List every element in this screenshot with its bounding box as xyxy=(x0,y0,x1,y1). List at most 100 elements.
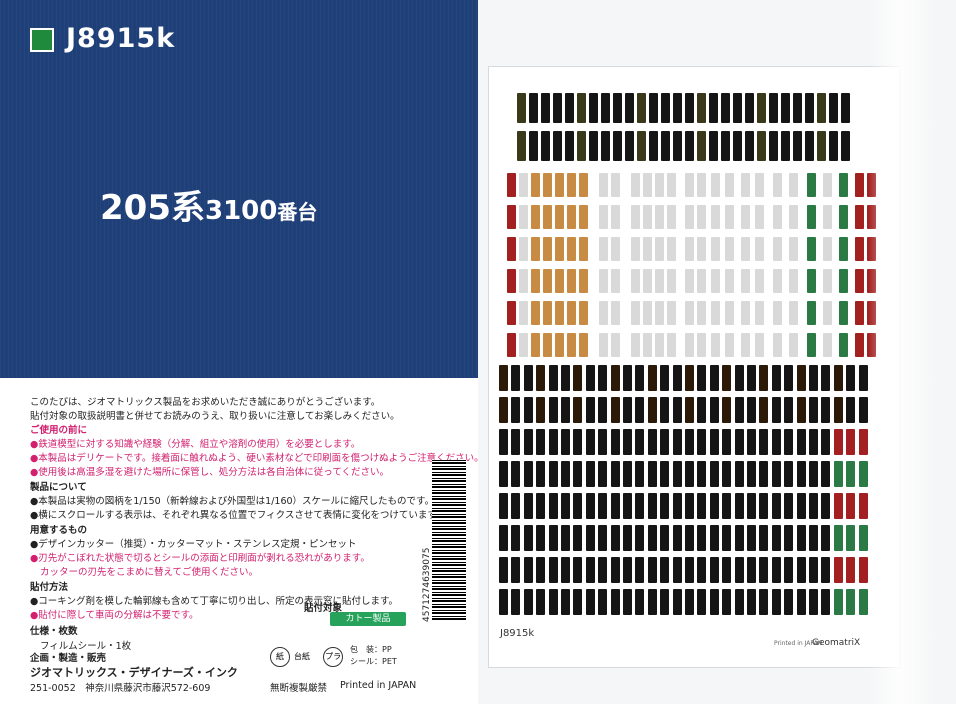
sign-sticker xyxy=(759,525,769,551)
sign-sticker xyxy=(643,237,652,261)
sign-sticker xyxy=(610,429,620,455)
sign-sticker xyxy=(637,93,646,123)
sign-sticker xyxy=(773,173,782,197)
sign-sticker xyxy=(623,429,632,455)
sign-sticker xyxy=(647,525,657,551)
sign-sticker xyxy=(709,461,719,487)
title-suffix: 番台 xyxy=(277,200,318,224)
sign-sticker xyxy=(523,365,533,391)
sign-sticker xyxy=(519,301,528,325)
sign-sticker xyxy=(561,589,570,615)
sign-sticker xyxy=(543,269,552,293)
sign-sticker xyxy=(499,365,508,391)
intro-line-2: 貼付対象の取扱説明書と併せてお読みのうえ、取り扱いに注意してお楽しみください。 xyxy=(30,411,400,422)
sign-sticker xyxy=(821,525,831,551)
sign-sticker xyxy=(784,365,794,391)
method-line-1: ●コーキング剤を模した輪郭線も含めて丁寧に切り出し、所定の表示窓に貼付します。 xyxy=(30,596,399,607)
sign-sticker xyxy=(821,493,831,519)
sign-sticker xyxy=(771,397,781,423)
sign-sticker xyxy=(709,557,719,583)
sign-sticker xyxy=(523,493,533,519)
sign-sticker xyxy=(672,525,682,551)
sign-sticker xyxy=(611,333,620,357)
package-cover: J8915k 205系3100番台 このたびは、ジオマトリックス製品をお求めいた… xyxy=(0,0,484,704)
sign-sticker xyxy=(697,301,706,325)
sign-sticker xyxy=(685,589,694,615)
sign-sticker xyxy=(635,461,645,487)
sign-sticker xyxy=(655,205,664,229)
sign-sticker xyxy=(635,429,645,455)
sign-sticker xyxy=(755,269,764,293)
sign-sticker xyxy=(511,365,521,391)
sign-sticker xyxy=(793,93,802,123)
sign-sticker xyxy=(855,301,864,325)
sign-sticker xyxy=(734,365,744,391)
sign-sticker xyxy=(725,301,734,325)
sign-sticker xyxy=(507,205,516,229)
sign-sticker xyxy=(697,93,706,123)
sign-sticker xyxy=(531,173,540,197)
sign-sticker xyxy=(536,461,546,487)
sign-sticker xyxy=(517,131,526,161)
sign-sticker xyxy=(855,205,864,229)
sign-sticker xyxy=(561,397,570,423)
recycle-marks: 紙台紙 プラ xyxy=(270,644,347,667)
sign-sticker xyxy=(709,365,719,391)
sign-sticker xyxy=(697,557,707,583)
sign-sticker xyxy=(709,131,718,161)
sign-sticker xyxy=(807,269,816,293)
sign-sticker xyxy=(623,493,632,519)
sign-sticker xyxy=(747,525,756,551)
maker-name: ジオマトリックス・デザイナーズ・インク xyxy=(30,666,238,679)
sign-sticker xyxy=(667,237,676,261)
product-line-1: ●本製品は実物の図柄を1/150（新幹線および外国型は1/160）スケールに縮尺… xyxy=(30,496,435,507)
sign-sticker xyxy=(643,333,652,357)
sign-sticker xyxy=(734,493,744,519)
film-glare xyxy=(868,0,938,704)
sign-sticker xyxy=(649,93,658,123)
prep-line-1: ●デザインカッター（推奨）・カッターマット・ステンレス定規・ピンセット xyxy=(30,539,357,550)
sign-sticker xyxy=(643,269,652,293)
sign-sticker xyxy=(793,131,802,161)
sign-sticker xyxy=(577,93,586,123)
sign-sticker xyxy=(747,397,756,423)
sign-sticker xyxy=(599,173,608,197)
sign-sticker xyxy=(685,525,694,551)
sign-sticker xyxy=(722,365,732,391)
sign-sticker xyxy=(784,493,794,519)
sign-sticker xyxy=(643,205,652,229)
sign-sticker xyxy=(697,493,707,519)
sign-sticker xyxy=(543,173,552,197)
sign-sticker xyxy=(722,493,732,519)
sign-sticker xyxy=(567,205,576,229)
sign-sticker xyxy=(809,589,818,615)
sign-sticker xyxy=(722,557,732,583)
sign-sticker xyxy=(784,557,794,583)
sign-sticker xyxy=(757,131,766,161)
sign-sticker xyxy=(685,173,694,197)
sign-sticker xyxy=(548,429,558,455)
sign-sticker xyxy=(755,333,764,357)
maker-heading: 企画・製造・販売 xyxy=(30,653,107,664)
sign-sticker xyxy=(499,589,508,615)
sign-sticker xyxy=(711,205,720,229)
sign-sticker xyxy=(565,131,574,161)
sign-sticker xyxy=(599,301,608,325)
sticker-side: J8915k Printed in JAPAN GeomatriX xyxy=(478,0,956,704)
sign-sticker xyxy=(536,557,546,583)
sign-sticker xyxy=(598,589,608,615)
plastic-recycle-icon: プラ xyxy=(323,647,344,667)
sign-sticker xyxy=(613,93,622,123)
sign-sticker xyxy=(643,173,652,197)
sign-sticker xyxy=(672,461,682,487)
title-series: 205系 xyxy=(100,188,205,228)
sign-sticker xyxy=(555,269,564,293)
sign-sticker xyxy=(611,205,620,229)
copyright-note: 無断複製厳禁 xyxy=(270,683,328,694)
sign-sticker xyxy=(529,131,538,161)
sign-sticker xyxy=(611,301,620,325)
sign-sticker xyxy=(709,93,718,123)
sign-sticker xyxy=(821,557,831,583)
sign-sticker xyxy=(553,131,562,161)
sign-sticker xyxy=(725,205,734,229)
